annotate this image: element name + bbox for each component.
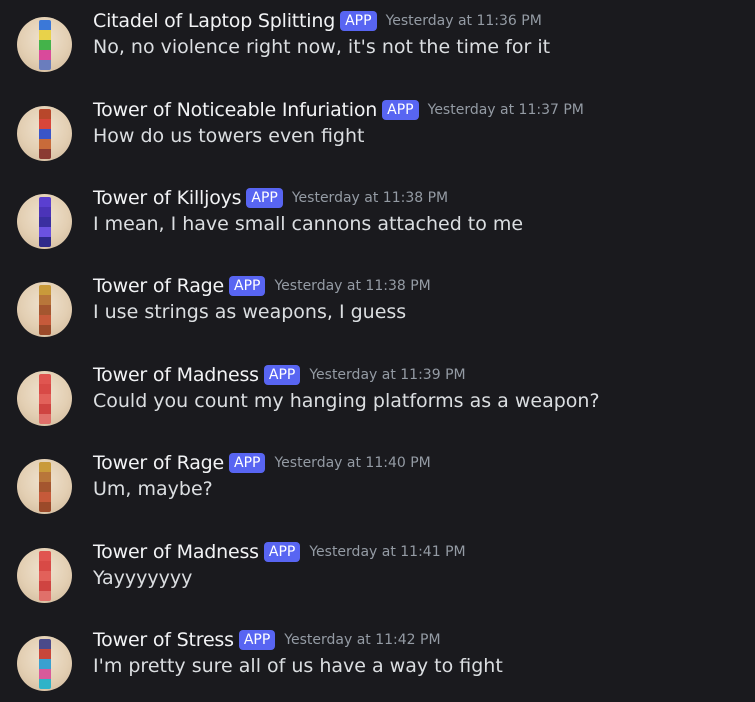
username[interactable]: Tower of Madness [93,541,259,563]
avatar[interactable] [17,17,72,72]
timestamp[interactable]: Yesterday at 11:41 PM [309,544,465,560]
avatar[interactable] [17,371,72,426]
tower-avatar-icon [39,109,51,159]
username[interactable]: Tower of Stress [93,629,234,651]
tower-avatar-icon [39,462,51,512]
timestamp[interactable]: Yesterday at 11:39 PM [309,367,465,383]
timestamp[interactable]: Yesterday at 11:38 PM [274,278,430,294]
timestamp[interactable]: Yesterday at 11:42 PM [284,632,440,648]
app-badge: APP [229,453,266,473]
message-header: Tower of Noticeable Infuriation APP Yest… [93,97,584,123]
message-header: Tower of Rage APP Yesterday at 11:40 PM [93,450,431,476]
message-item: Tower of Madness APP Yesterday at 11:41 … [0,539,755,627]
username[interactable]: Tower of Madness [93,364,259,386]
tower-avatar-icon [39,285,51,335]
avatar[interactable] [17,106,72,161]
message-item: Citadel of Laptop Splitting APP Yesterda… [0,8,755,96]
message-item: Tower of Madness APP Yesterday at 11:39 … [0,362,755,450]
app-badge: APP [246,188,283,208]
message-content: Yayyyyyyy [93,567,193,589]
timestamp[interactable]: Yesterday at 11:38 PM [292,190,448,206]
username[interactable]: Citadel of Laptop Splitting [93,10,335,32]
app-badge: APP [263,542,301,562]
username[interactable]: Tower of Rage [93,452,224,474]
tower-avatar-icon [39,551,51,601]
avatar[interactable] [17,459,72,514]
avatar[interactable] [17,282,72,337]
message-content: I'm pretty sure all of us have a way to … [93,655,503,677]
message-item: Tower of Stress APP Yesterday at 11:42 P… [0,627,755,702]
username[interactable]: Tower of Killjoys [93,187,242,209]
message-header: Tower of Madness APP Yesterday at 11:41 … [93,539,466,565]
message-item: Tower of Rage APP Yesterday at 11:40 PM … [0,450,755,538]
message-content: No, no violence right now, it's not the … [93,36,551,58]
timestamp[interactable]: Yesterday at 11:36 PM [386,13,542,29]
username[interactable]: Tower of Noticeable Infuriation [93,99,377,121]
message-item: Tower of Rage APP Yesterday at 11:38 PM … [0,273,755,361]
message-content: I use strings as weapons, I guess [93,301,407,323]
tower-avatar-icon [39,20,51,70]
message-content: I mean, I have small cannons attached to… [93,213,524,235]
app-badge: APP [340,11,377,31]
message-header: Tower of Killjoys APP Yesterday at 11:38… [93,185,448,211]
tower-avatar-icon [39,197,51,247]
message-item: Tower of Noticeable Infuriation APP Yest… [0,97,755,185]
app-badge: APP [238,630,276,650]
message-header: Citadel of Laptop Splitting APP Yesterda… [93,8,542,34]
timestamp[interactable]: Yesterday at 11:37 PM [428,102,584,118]
tower-avatar-icon [39,374,51,424]
avatar[interactable] [17,548,72,603]
message-header: Tower of Madness APP Yesterday at 11:39 … [93,362,466,388]
app-badge: APP [263,365,301,385]
tower-avatar-icon [39,639,51,689]
app-badge: APP [229,276,266,296]
message-content: Um, maybe? [93,478,213,500]
message-content: How do us towers even fight [93,125,365,147]
username[interactable]: Tower of Rage [93,275,224,297]
timestamp[interactable]: Yesterday at 11:40 PM [274,455,430,471]
message-content: Could you count my hanging platforms as … [93,390,600,412]
message-header: Tower of Rage APP Yesterday at 11:38 PM [93,273,431,299]
avatar[interactable] [17,194,72,249]
message-list: Citadel of Laptop Splitting APP Yesterda… [0,0,755,702]
message-header: Tower of Stress APP Yesterday at 11:42 P… [93,627,441,653]
app-badge: APP [382,100,419,120]
message-item: Tower of Killjoys APP Yesterday at 11:38… [0,185,755,273]
avatar[interactable] [17,636,72,691]
